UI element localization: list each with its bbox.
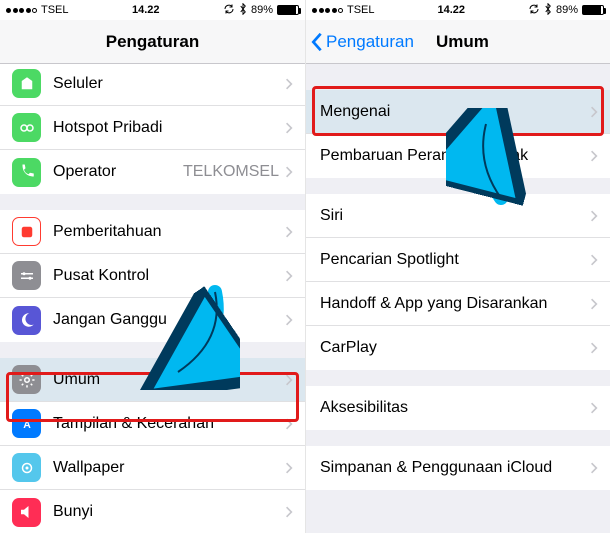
row-sound[interactable]: Bunyi [0,490,305,533]
navbar-settings: Pengaturan [0,20,305,64]
chevron-right-icon [285,313,293,327]
chevron-right-icon [285,121,293,135]
carrier-label: TSEL [347,4,375,16]
hotspot-icon [12,113,41,142]
wallpaper-icon [12,453,41,482]
row-label: Umum [53,371,285,389]
screen-general: TSEL 14.22 89% Pengaturan Umum [305,0,610,533]
bluetooth-icon [544,3,552,18]
chevron-right-icon [285,417,293,431]
chevron-right-icon [285,373,293,387]
row-handoff[interactable]: Handoff & App yang Disarankan [306,282,610,326]
sync-icon [528,3,540,18]
row-label: Wallpaper [53,459,285,477]
clock: 14.22 [132,4,160,16]
control-center-icon [12,261,41,290]
row-wallpaper[interactable]: Wallpaper [0,446,305,490]
page-title: Umum [436,32,489,52]
clock: 14.22 [437,4,465,16]
row-cellular[interactable]: Seluler [0,64,305,106]
navbar-general: Pengaturan Umum [306,20,610,64]
row-label: Bunyi [53,503,285,521]
row-display[interactable]: A Tampilan & Kecerahan [0,402,305,446]
chevron-right-icon [590,105,598,119]
row-storage[interactable]: Simpanan & Penggunaan iCloud [306,446,610,490]
chevron-right-icon [590,341,598,355]
row-label: Operator [53,163,183,181]
chevron-left-icon [310,31,324,53]
notifications-icon [12,217,41,246]
row-label: Handoff & App yang Disarankan [320,295,590,313]
battery-pct: 89% [556,4,578,16]
chevron-right-icon [285,269,293,283]
row-carplay[interactable]: CarPlay [306,326,610,370]
back-button[interactable]: Pengaturan [310,20,414,63]
chevron-right-icon [590,253,598,267]
carrier-label: TSEL [41,4,69,16]
chevron-right-icon [285,165,293,179]
row-value: TELKOMSEL [183,163,279,181]
signal-dots-icon [6,8,37,13]
row-label: Jangan Ganggu [53,311,285,329]
status-bar: TSEL 14.22 89% [306,0,610,20]
gear-icon [12,365,41,394]
screen-settings: TSEL 14.22 89% Pengaturan [0,0,305,533]
row-control-center[interactable]: Pusat Kontrol [0,254,305,298]
cellular-icon [12,69,41,98]
sync-icon [223,3,235,18]
chevron-right-icon [590,209,598,223]
signal-dots-icon [312,8,343,13]
row-about[interactable]: Mengenai [306,90,610,134]
row-label: Pusat Kontrol [53,267,285,285]
row-label: Siri [320,207,590,225]
row-label: Aksesibilitas [320,399,590,417]
row-label: Mengenai [320,103,590,121]
chevron-right-icon [590,461,598,475]
row-label: Seluler [53,75,285,93]
chevron-right-icon [285,77,293,91]
chevron-right-icon [285,461,293,475]
row-label: Simpanan & Penggunaan iCloud [320,459,590,477]
battery-pct: 89% [251,4,273,16]
row-carrier[interactable]: Operator TELKOMSEL [0,150,305,194]
row-dnd[interactable]: Jangan Ganggu [0,298,305,342]
chevron-right-icon [590,297,598,311]
row-label: Hotspot Pribadi [53,119,285,137]
row-accessibility[interactable]: Aksesibilitas [306,386,610,430]
battery-icon [277,5,299,15]
row-label: Pemberitahuan [53,223,285,241]
chevron-right-icon [285,505,293,519]
phone-icon [12,158,41,187]
bluetooth-icon [239,3,247,18]
row-swupdate[interactable]: Pembaruan Perangkat Lunak [306,134,610,178]
page-title: Pengaturan [106,32,200,52]
row-label: Tampilan & Kecerahan [53,415,285,433]
row-spotlight[interactable]: Pencarian Spotlight [306,238,610,282]
back-label: Pengaturan [326,32,414,52]
row-hotspot[interactable]: Hotspot Pribadi [0,106,305,150]
status-bar: TSEL 14.22 89% [0,0,305,20]
row-label: CarPlay [320,339,590,357]
row-notifications[interactable]: Pemberitahuan [0,210,305,254]
chevron-right-icon [285,225,293,239]
row-label: Pembaruan Perangkat Lunak [320,147,590,165]
display-icon: A [12,409,41,438]
sound-icon [12,498,41,527]
chevron-right-icon [590,149,598,163]
moon-icon [12,306,41,335]
row-general[interactable]: Umum [0,358,305,402]
chevron-right-icon [590,401,598,415]
battery-icon [582,5,604,15]
row-siri[interactable]: Siri [306,194,610,238]
svg-text:A: A [23,418,31,430]
row-label: Pencarian Spotlight [320,251,590,269]
